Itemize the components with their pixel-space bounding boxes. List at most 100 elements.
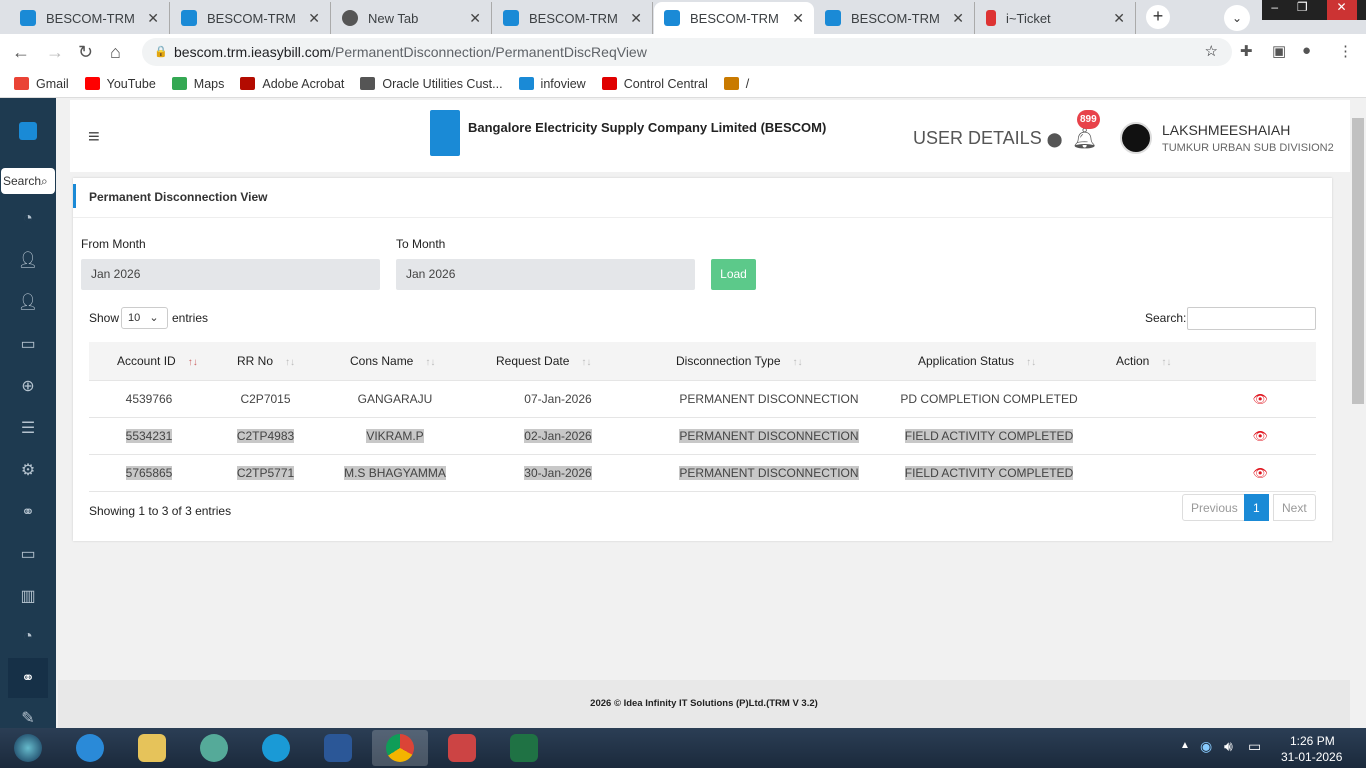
plus-circle-icon[interactable]: ⊕: [21, 376, 34, 396]
column-header[interactable]: Disconnection Type ↑↓: [648, 342, 890, 380]
tag-icon[interactable]: ✎: [21, 708, 34, 728]
browser-tab[interactable]: i~Ticket ✕: [976, 2, 1136, 34]
footer: 2026 © Idea Infinity IT Solutions (P)Ltd…: [58, 680, 1350, 728]
user-details-dropdown[interactable]: USER DETAILS ⬤: [913, 128, 1062, 149]
excel-icon[interactable]: [496, 730, 552, 766]
load-button[interactable]: Load: [711, 259, 756, 290]
bookmark-item[interactable]: infoview: [518, 77, 586, 91]
bookmark-item[interactable]: Adobe Acrobat: [240, 77, 344, 91]
sidebar-search[interactable]: Search⌕: [1, 168, 55, 194]
tab-search-icon[interactable]: ⌄: [1224, 5, 1250, 31]
chrome-icon[interactable]: [372, 730, 428, 766]
close-window-icon[interactable]: ✕: [1326, 0, 1357, 20]
column-header[interactable]: Request Date ↑↓: [468, 342, 648, 380]
profile-icon[interactable]: ●: [1302, 42, 1311, 59]
internet-explorer-icon[interactable]: [62, 730, 118, 766]
url-input[interactable]: 🔒 bescom.trm.ieasybill.com/PermanentDisco…: [142, 38, 1232, 66]
link-icon[interactable]: ⚭: [21, 502, 34, 522]
browser-tab[interactable]: BESCOM-TRM ✕: [10, 2, 170, 34]
title-accent: [73, 184, 76, 208]
from-month-input[interactable]: Jan 2026: [81, 259, 380, 290]
gears-icon[interactable]: ⚙: [21, 460, 35, 480]
table-cell: 5765865: [89, 453, 209, 492]
bookmark-item[interactable]: YouTube: [84, 77, 156, 91]
sort-icon: ↑↓: [425, 356, 436, 368]
close-tab-icon[interactable]: ✕: [952, 10, 964, 27]
column-header[interactable]: RR No ↑↓: [209, 342, 322, 380]
previous-button[interactable]: Previous: [1182, 494, 1247, 521]
page-1-button[interactable]: 1: [1244, 494, 1269, 521]
forward-icon[interactable]: →: [46, 42, 64, 63]
back-icon[interactable]: ←: [12, 42, 30, 63]
bookmark-item[interactable]: Oracle Utilities Cust...: [360, 77, 503, 91]
close-tab-icon[interactable]: ✕: [630, 10, 642, 27]
next-button[interactable]: Next: [1273, 494, 1316, 521]
browser-tab[interactable]: New Tab ✕: [332, 2, 492, 34]
bookmark-item[interactable]: /: [723, 77, 749, 91]
table-cell: 02-Jan-2026: [468, 416, 648, 454]
bookmark-item[interactable]: Control Central: [601, 77, 708, 91]
bookmark-favicon-icon: [84, 77, 100, 90]
maximize-icon[interactable]: ❐: [1297, 0, 1308, 20]
table-cell: M.S BHAGYAMMA: [322, 453, 468, 492]
network-icon[interactable]: ◉: [1200, 738, 1212, 755]
reload-icon[interactable]: ↻: [78, 42, 93, 63]
bar-chart-icon[interactable]: ▥: [20, 586, 35, 606]
hamburger-menu-icon[interactable]: ≡: [88, 126, 100, 149]
file-explorer-icon[interactable]: [124, 730, 180, 766]
minimize-icon[interactable]: –: [1271, 0, 1278, 20]
monitor-icon[interactable]: ▭: [20, 544, 35, 564]
monitor-icon[interactable]: ▭: [20, 334, 35, 354]
active-sidebar-item[interactable]: ⚭: [8, 658, 48, 698]
action-center-icon[interactable]: ▭: [1248, 738, 1261, 755]
view-eye-icon[interactable]: 👁︎: [1253, 392, 1268, 406]
edge-icon[interactable]: [248, 730, 304, 766]
start-button[interactable]: [0, 730, 56, 766]
close-tab-icon[interactable]: ✕: [1113, 10, 1125, 27]
column-header[interactable]: Application Status ↑↓: [890, 342, 1088, 380]
extensions-icon[interactable]: ✚: [1240, 42, 1253, 60]
user-icon[interactable]: 👤︎: [18, 250, 38, 270]
close-tab-icon[interactable]: ✕: [792, 10, 804, 27]
bookmark-item[interactable]: Maps: [171, 77, 224, 91]
view-eye-icon[interactable]: 👁︎: [1253, 466, 1268, 480]
volume-icon[interactable]: 🔊︎: [1224, 738, 1233, 755]
window-controls[interactable]: – ❐ ✕: [1262, 0, 1366, 20]
list-icon[interactable]: ☰: [21, 418, 35, 438]
bell-icon[interactable]: 🔔︎: [1072, 126, 1097, 151]
page-scrollbar[interactable]: [1350, 98, 1366, 728]
bookmarks-bar: Gmail YouTube Maps Adobe Acrobat Oracle Util…: [0, 70, 1366, 98]
close-tab-icon[interactable]: ✕: [308, 10, 320, 27]
column-header[interactable]: Cons Name ↑↓: [322, 342, 468, 380]
word-icon[interactable]: [310, 730, 366, 766]
view-eye-icon[interactable]: 👁︎: [1253, 429, 1268, 443]
network-app-icon[interactable]: [186, 730, 242, 766]
chrome-favicon-icon: [342, 10, 358, 26]
menu-icon[interactable]: ⋮: [1338, 42, 1353, 60]
browser-tab[interactable]: BESCOM-TRM ✕: [493, 2, 653, 34]
bookmark-item[interactable]: Gmail: [14, 77, 69, 91]
to-month-input[interactable]: Jan 2026: [396, 259, 695, 290]
dashboard-icon[interactable]: ◔: [23, 210, 33, 228]
tray-chevron-icon[interactable]: ▲: [1180, 740, 1190, 751]
column-header[interactable]: Account ID ↑↓: [89, 342, 209, 380]
dashboard-icon[interactable]: ◔: [23, 628, 33, 646]
close-tab-icon[interactable]: ✕: [147, 10, 159, 27]
browser-tab[interactable]: BESCOM-TRM ✕: [654, 2, 814, 34]
entries-select[interactable]: 10 ⌄: [121, 307, 168, 329]
browser-tab[interactable]: BESCOM-TRM ✕: [815, 2, 975, 34]
table-search-input[interactable]: [1187, 307, 1316, 330]
app-header: ≡ Bangalore Electricity Supply Company L…: [70, 100, 1350, 172]
table-cell: VIKRAM.P: [322, 416, 468, 454]
snipping-tool-icon[interactable]: [434, 730, 490, 766]
new-tab-icon[interactable]: +: [1146, 5, 1170, 29]
browser-tab[interactable]: BESCOM-TRM ✕: [171, 2, 331, 34]
avatar[interactable]: [1120, 122, 1152, 154]
home-icon[interactable]: ⌂: [110, 42, 121, 63]
side-panel-icon[interactable]: ▣: [1272, 42, 1286, 60]
bookmark-star-icon[interactable]: ☆: [1205, 38, 1218, 66]
column-header[interactable]: Action ↑↓: [1088, 342, 1316, 380]
action-cell: 👁︎: [1088, 379, 1316, 417]
user-icon[interactable]: 👤︎: [18, 292, 38, 312]
close-tab-icon[interactable]: ✕: [469, 10, 481, 27]
